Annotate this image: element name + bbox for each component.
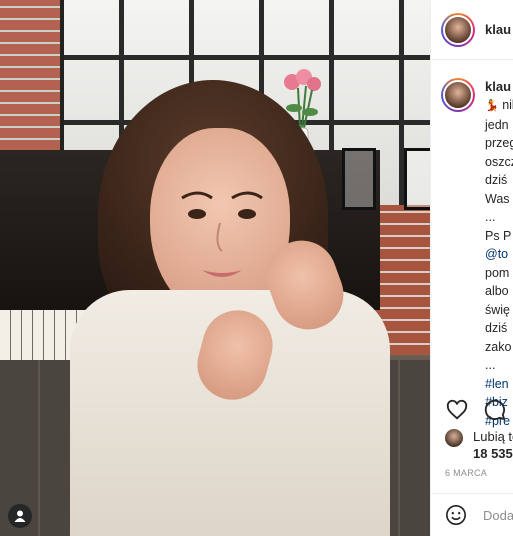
comment-icon bbox=[484, 399, 506, 421]
post-sidebar: klau klau 💃 nil jedn przeg oszcz dziś Was... P… bbox=[430, 0, 513, 536]
post-photo[interactable] bbox=[0, 0, 430, 536]
emoji-button[interactable] bbox=[445, 503, 467, 527]
tagged-user-button[interactable] bbox=[8, 504, 32, 528]
caption-line: Was bbox=[485, 191, 510, 206]
caption: klau 💃 nil jedn przeg oszcz dziś Was... Ps P @t… bbox=[441, 78, 513, 430]
caption-username[interactable]: klau bbox=[485, 78, 513, 96]
liker-avatar bbox=[445, 429, 463, 447]
post-username[interactable]: klau bbox=[485, 22, 511, 37]
comment-button[interactable] bbox=[483, 398, 507, 422]
caption-line: oszcz bbox=[485, 154, 513, 169]
profile-avatar[interactable] bbox=[441, 12, 475, 47]
caption-line: albo bbox=[485, 284, 509, 298]
caption-line: przeg bbox=[485, 136, 513, 150]
heart-icon bbox=[446, 399, 468, 420]
comment-bar: Dodaj bbox=[431, 493, 513, 536]
caption-line: ... bbox=[485, 358, 496, 372]
smiley-icon bbox=[446, 505, 466, 525]
brick-wall bbox=[0, 0, 60, 150]
caption-line: świę bbox=[485, 302, 511, 317]
caption-line: nil bbox=[502, 98, 513, 112]
caption-line: dziś bbox=[485, 173, 508, 187]
lantern bbox=[404, 148, 430, 210]
user-icon bbox=[14, 510, 26, 522]
caption-line: pom bbox=[485, 265, 510, 280]
woman-portrait bbox=[70, 80, 390, 536]
likes-summary[interactable]: Lubią to 18 535 i bbox=[445, 428, 513, 462]
comment-input[interactable]: Dodaj bbox=[483, 508, 513, 523]
likes-label: Lubią to bbox=[473, 429, 513, 444]
caption-link[interactable]: #len bbox=[485, 375, 513, 394]
caption-link[interactable]: @to bbox=[485, 245, 513, 264]
caption-line: jedn bbox=[485, 117, 509, 132]
like-button[interactable] bbox=[445, 398, 469, 422]
caption-line: Ps P bbox=[485, 228, 512, 243]
post-actions bbox=[445, 398, 507, 422]
emoji-icon: 💃 bbox=[485, 100, 499, 112]
post-header: klau bbox=[431, 0, 513, 60]
caption-text: 💃 nil jedn przeg oszcz dziś Was... Ps P @topom a… bbox=[485, 96, 513, 430]
post-date[interactable]: 6 MARCA bbox=[445, 468, 487, 478]
caption-line: dziś bbox=[485, 321, 508, 335]
likes-count: 18 535 i bbox=[473, 446, 513, 461]
caption-line: zako bbox=[485, 339, 512, 354]
caption-line: ... bbox=[485, 210, 496, 224]
caption-avatar[interactable] bbox=[441, 78, 475, 112]
